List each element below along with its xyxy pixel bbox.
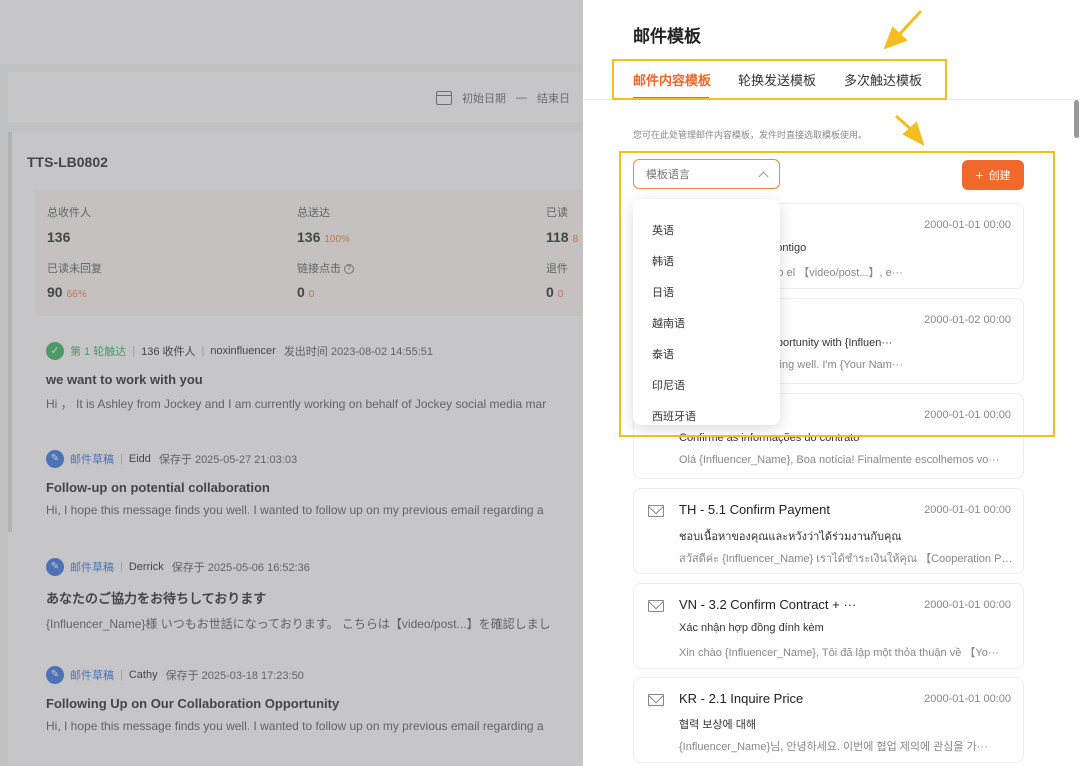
template-preview: {Influencer_Name}님, 안녕하세요. 이번에 협업 제의에 관심… <box>679 741 988 753</box>
mail-icon <box>648 694 664 706</box>
template-date: 2000-01-01 00:00 <box>924 599 1011 611</box>
template-preview: Olá {Influencer_Name}, Boa notícia! Fina… <box>679 454 1000 466</box>
template-subject: 협력 보상에 대해 <box>679 719 756 731</box>
drawer-hint: 您可在此处管理邮件内容模板，发件时直接选取模板使用。 <box>633 130 868 140</box>
template-subject: Xác nhận hợp đồng đính kèm <box>679 622 824 634</box>
template-name: VN - 3.2 Confirm Contract + ··· <box>679 597 857 612</box>
list-highlight-box <box>619 151 1055 437</box>
mail-icon <box>648 600 664 612</box>
template-preview: สวัสดีค่ะ {Influencer_Name} เราได้ชำระเง… <box>679 553 1014 565</box>
template-date: 2000-01-01 00:00 <box>924 693 1011 705</box>
modal-overlay[interactable] <box>0 0 583 766</box>
template-preview: Xin chào {Influencer_Name}, Tôi đã lập m… <box>679 647 999 659</box>
template-name: KR - 2.1 Inquire Price <box>679 691 804 706</box>
template-date: 2000-01-01 00:00 <box>924 504 1011 516</box>
mail-icon <box>648 505 664 517</box>
tabs-highlight-box <box>612 59 947 100</box>
template-name: TH - 5.1 Confirm Payment <box>679 502 830 517</box>
template-card[interactable]: VN - 3.2 Confirm Contract + ··· 2000-01-… <box>633 583 1024 669</box>
template-card[interactable]: KR - 2.1 Inquire Price 2000-01-01 00:00 … <box>633 677 1024 763</box>
drawer-title: 邮件模板 <box>633 27 701 46</box>
drawer-scrollbar[interactable] <box>1074 100 1079 138</box>
template-card[interactable]: TH - 5.1 Confirm Payment 2000-01-01 00:0… <box>633 488 1024 574</box>
template-subject: ชอบเนื้อหาของคุณและหวังว่าได้ร่วมงานกับค… <box>679 531 902 543</box>
